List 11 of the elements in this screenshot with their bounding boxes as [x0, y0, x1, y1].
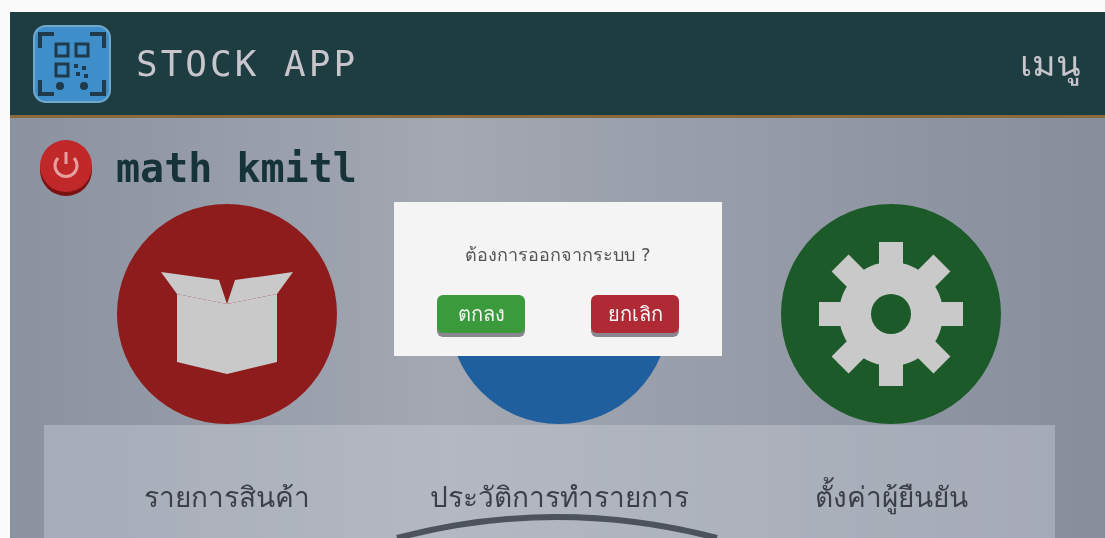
gear-tile-icon[interactable] [781, 204, 1001, 424]
menu-label[interactable]: ประวัติการทำรายการ [429, 475, 689, 519]
qr-cart-logo-icon [32, 23, 112, 104]
menu-label[interactable]: รายการสินค้า [144, 475, 310, 519]
app-title: STOCK APP [136, 43, 359, 84]
box-tile-icon[interactable] [117, 204, 337, 424]
menu-link[interactable]: เมนู [1020, 35, 1081, 92]
dialog-message: ต้องการออกจากระบบ ? [465, 243, 651, 267]
user-name: math kmitl [116, 145, 357, 191]
menu-label[interactable]: ตั้งค่าผู้ยืนยัน [814, 475, 968, 519]
power-icon[interactable] [38, 138, 94, 198]
